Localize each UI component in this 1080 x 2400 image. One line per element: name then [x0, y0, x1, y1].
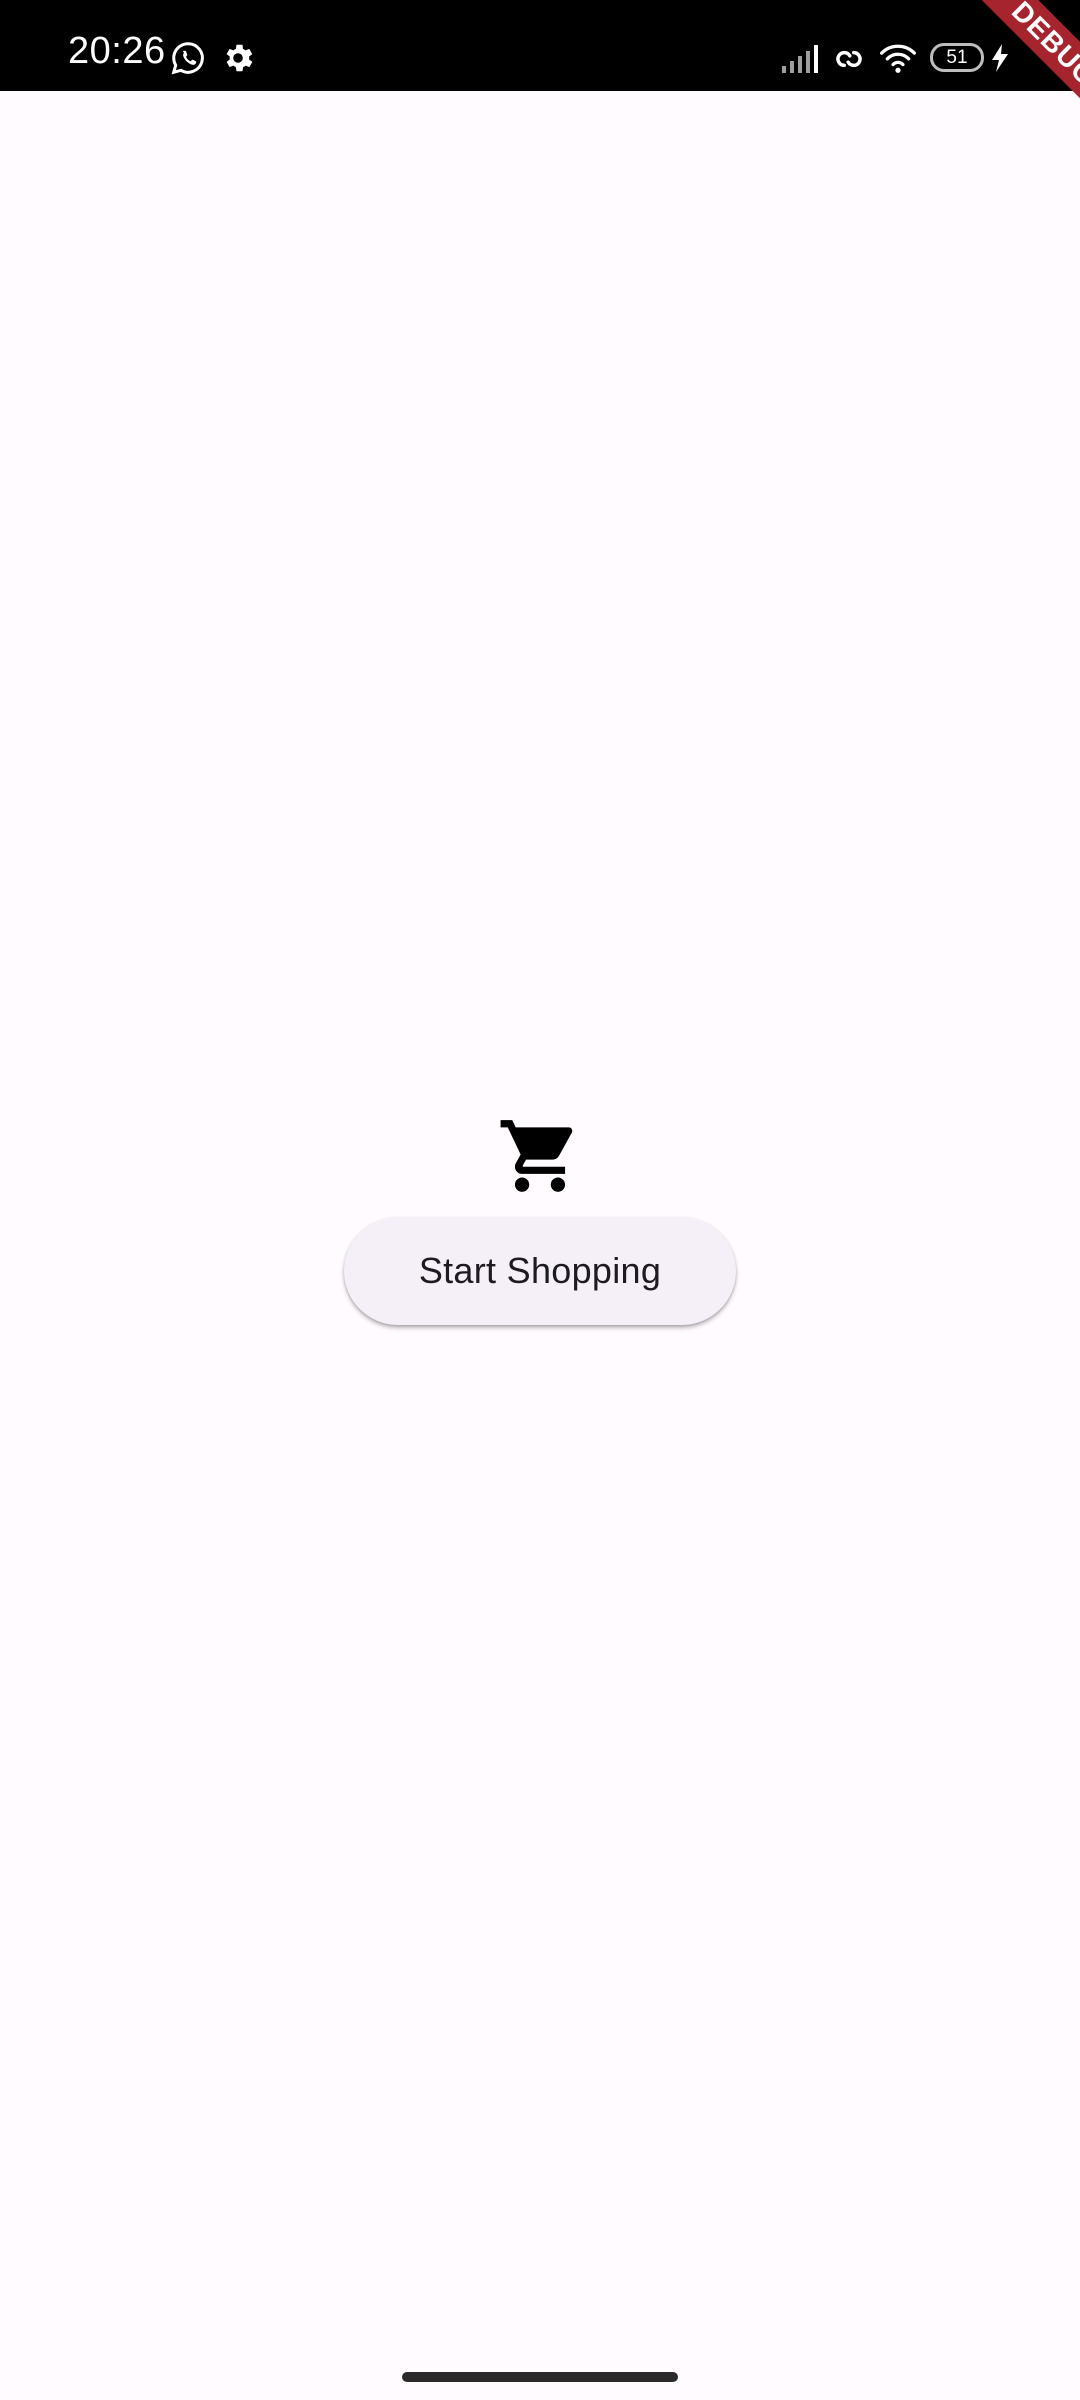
battery-icon: 51 [930, 43, 984, 72]
gesture-nav-handle[interactable] [402, 2372, 678, 2382]
wifi-icon [880, 44, 916, 73]
charging-bolt-icon [992, 44, 1008, 72]
signal-icon [782, 45, 818, 73]
settings-gear-icon [226, 44, 253, 72]
status-bar: 20:26 51 [0, 0, 1080, 91]
main-content: Start Shopping [0, 1113, 1080, 1325]
battery-level: 51 [946, 46, 968, 68]
start-shopping-button[interactable]: Start Shopping [344, 1217, 736, 1325]
whatsapp-icon [171, 42, 204, 75]
link-icon [836, 50, 862, 68]
status-time: 20:26 [68, 30, 166, 72]
shopping-cart-icon [500, 1120, 573, 1192]
